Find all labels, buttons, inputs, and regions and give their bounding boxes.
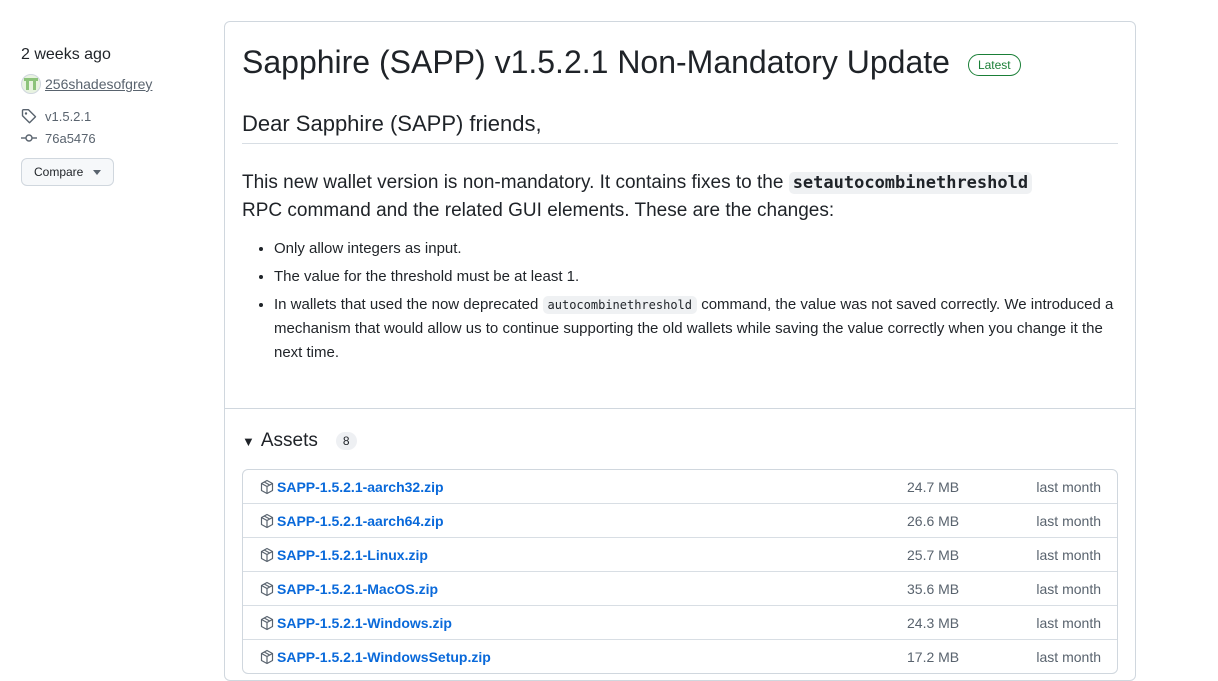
asset-size: 26.6 MB <box>907 512 960 529</box>
asset-row: SAPP-1.5.2.1-Linux.zip 25.7 MB last mont… <box>243 538 1117 572</box>
author-link[interactable]: 256shadesofgrey <box>45 76 152 92</box>
assets-count-badge: 8 <box>335 432 357 450</box>
asset-size: 24.3 MB <box>907 614 960 631</box>
commit-label: 76a5476 <box>45 130 96 146</box>
asset-link[interactable]: SAPP-1.5.2.1-Windows.zip <box>277 615 452 631</box>
package-icon <box>260 581 274 596</box>
title-row: Sapphire (SAPP) v1.5.2.1 Non-Mandatory U… <box>242 44 1118 81</box>
asset-name-cell: SAPP-1.5.2.1-Windows.zip <box>259 615 907 631</box>
compare-button[interactable]: Compare <box>21 158 115 186</box>
asset-size: 25.7 MB <box>907 546 960 563</box>
intro-text-after: RPC command and the related GUI elements… <box>242 200 835 221</box>
asset-date: last month <box>1036 512 1101 529</box>
asset-name-cell: SAPP-1.5.2.1-aarch64.zip <box>259 513 907 529</box>
asset-size: 17.2 MB <box>907 648 960 665</box>
asset-size: 35.6 MB <box>907 580 960 597</box>
assets-section: ▼ Assets 8 SAPP-1.5.2.1-aarch32.zip 24.7… <box>242 430 1118 674</box>
asset-row: SAPP-1.5.2.1-aarch64.zip 26.6 MB last mo… <box>243 504 1117 538</box>
change-item: In wallets that used the now deprecated … <box>274 293 1118 365</box>
intro-code: setautocombinethreshold <box>788 172 1033 194</box>
change-text-before: In wallets that used the now deprecated <box>274 296 539 313</box>
greeting-heading: Dear Sapphire (SAPP) friends, <box>242 111 1118 144</box>
package-icon <box>260 547 274 562</box>
latest-badge: Latest <box>967 53 1021 76</box>
asset-name-cell: SAPP-1.5.2.1-Linux.zip <box>259 547 907 563</box>
asset-row: SAPP-1.5.2.1-WindowsSetup.zip 17.2 MB la… <box>243 640 1117 673</box>
section-divider <box>225 408 1135 409</box>
asset-date: last month <box>1036 478 1101 495</box>
assets-heading: Assets <box>260 430 318 451</box>
asset-name-cell: SAPP-1.5.2.1-MacOS.zip <box>259 581 907 597</box>
change-item: Only allow integers as input. <box>274 237 1118 261</box>
asset-date: last month <box>1036 546 1101 563</box>
asset-date: last month <box>1036 580 1101 597</box>
asset-link[interactable]: SAPP-1.5.2.1-MacOS.zip <box>277 581 438 597</box>
tag-icon <box>21 109 37 124</box>
package-icon <box>260 649 274 664</box>
intro-text-before: This new wallet version is non-mandatory… <box>242 172 784 193</box>
asset-size: 24.7 MB <box>907 478 960 495</box>
asset-link[interactable]: SAPP-1.5.2.1-WindowsSetup.zip <box>277 649 491 665</box>
release-date: 2 weeks ago <box>21 46 111 63</box>
commit-row[interactable]: 76a5476 <box>21 130 201 146</box>
asset-name-cell: SAPP-1.5.2.1-WindowsSetup.zip <box>259 649 907 665</box>
tag-label: v1.5.2.1 <box>45 108 92 124</box>
asset-date: last month <box>1036 614 1101 631</box>
release-intro: This new wallet version is non-mandatory… <box>242 169 1118 224</box>
assets-toggle[interactable]: ▼ Assets 8 <box>242 430 1118 452</box>
change-item: The value for the threshold must be at l… <box>274 265 1118 289</box>
assets-list: SAPP-1.5.2.1-aarch32.zip 24.7 MB last mo… <box>242 469 1118 674</box>
asset-date: last month <box>1036 648 1101 665</box>
compare-label: Compare <box>34 165 84 179</box>
package-icon <box>260 513 274 528</box>
asset-name-cell: SAPP-1.5.2.1-aarch32.zip <box>259 479 907 495</box>
release-title[interactable]: Sapphire (SAPP) v1.5.2.1 Non-Mandatory U… <box>242 44 950 81</box>
asset-row: SAPP-1.5.2.1-MacOS.zip 35.6 MB last mont… <box>243 572 1117 606</box>
asset-row: SAPP-1.5.2.1-aarch32.zip 24.7 MB last mo… <box>243 470 1117 504</box>
caret-down-icon: ▼ <box>242 433 255 449</box>
asset-row: SAPP-1.5.2.1-Windows.zip 24.3 MB last mo… <box>243 606 1117 640</box>
tag-row[interactable]: v1.5.2.1 <box>21 108 201 124</box>
release-sidebar: 2 weeks ago 256shadesofgrey v1.5.2.1 76a… <box>21 46 201 186</box>
release-card: Sapphire (SAPP) v1.5.2.1 Non-Mandatory U… <box>224 21 1136 681</box>
package-icon <box>260 615 274 630</box>
commit-icon <box>21 134 37 142</box>
package-icon <box>260 479 274 494</box>
avatar[interactable] <box>21 74 41 94</box>
asset-link[interactable]: SAPP-1.5.2.1-aarch32.zip <box>277 479 444 495</box>
changes-list: Only allow integers as input. The value … <box>242 237 1118 365</box>
asset-link[interactable]: SAPP-1.5.2.1-Linux.zip <box>277 547 428 563</box>
author-row: 256shadesofgrey <box>21 74 201 94</box>
asset-link[interactable]: SAPP-1.5.2.1-aarch64.zip <box>277 513 444 529</box>
change-code: autocombinethreshold <box>542 296 698 314</box>
avatar-image-icon <box>24 78 38 90</box>
chevron-down-icon <box>93 169 102 175</box>
